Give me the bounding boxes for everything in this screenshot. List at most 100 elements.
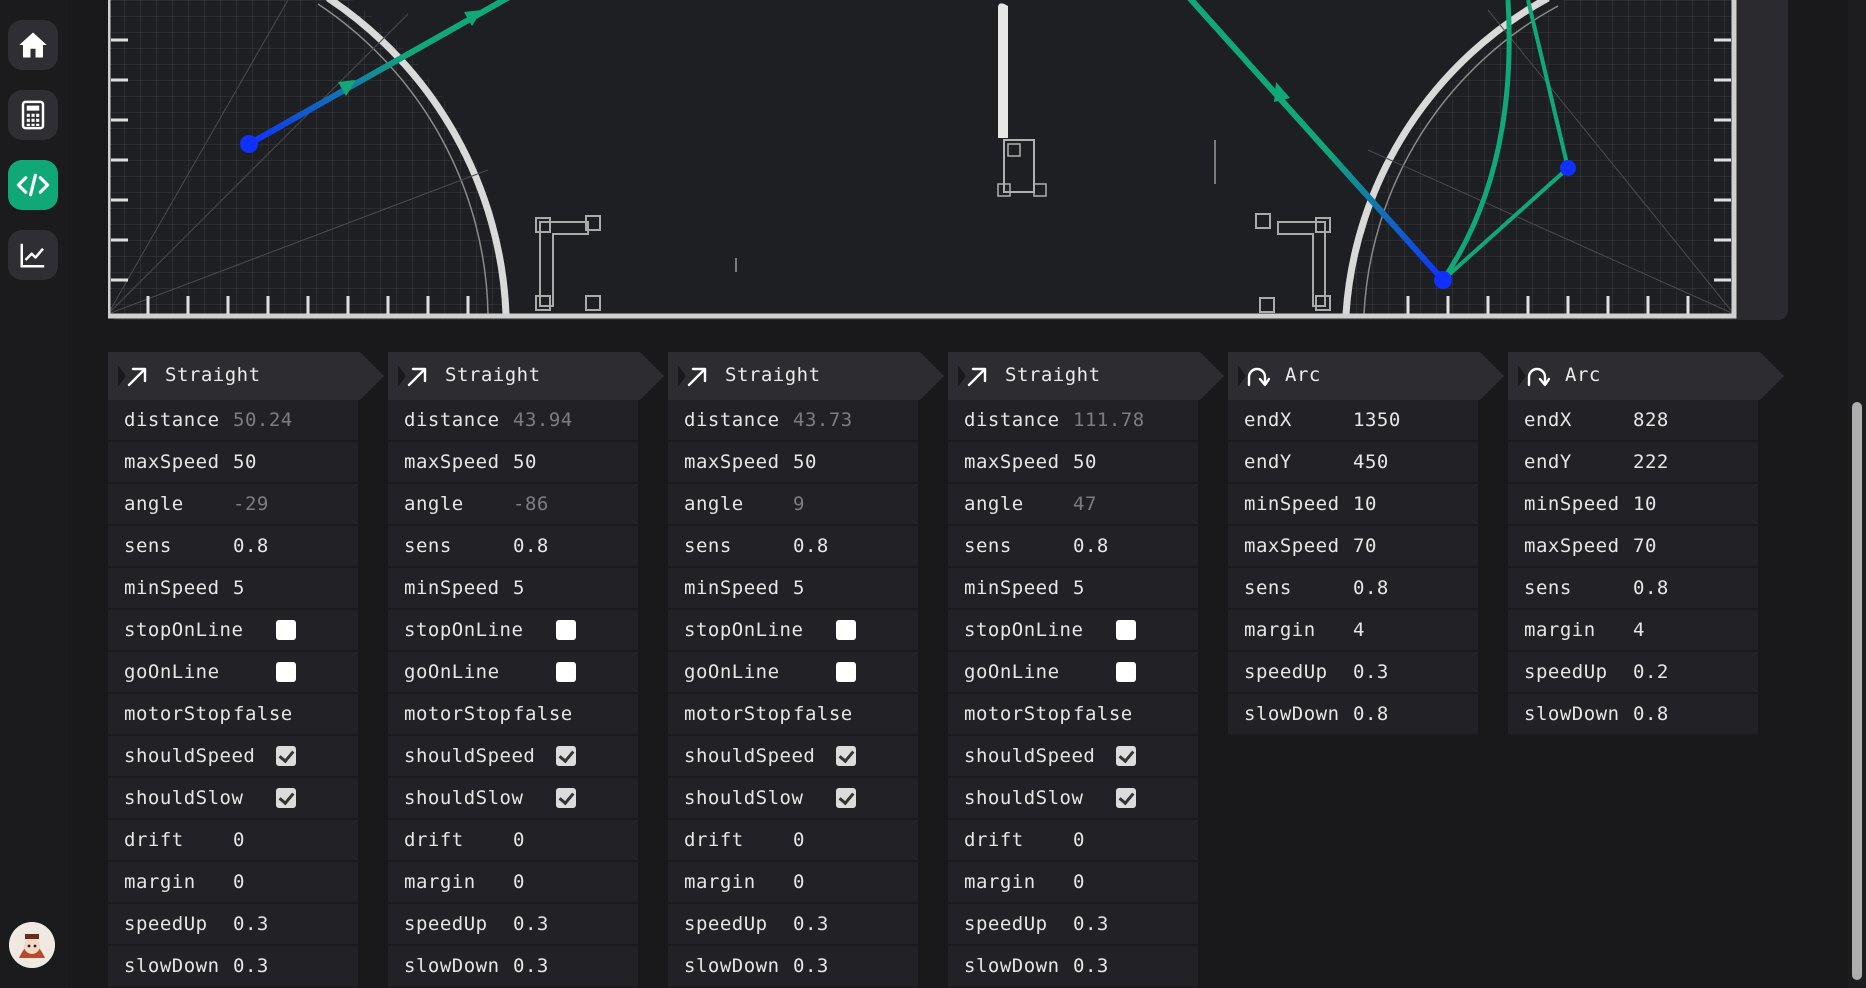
maxspeed-input[interactable]: 50 xyxy=(1073,451,1097,473)
motorstop-input[interactable]: false xyxy=(513,703,573,725)
sens-input[interactable]: 0.8 xyxy=(513,535,549,557)
speedup-input[interactable]: 0.3 xyxy=(1073,913,1109,935)
sens-input[interactable]: 0.8 xyxy=(1633,577,1669,599)
minspeed-input[interactable]: 5 xyxy=(513,577,525,599)
arc-arrow-icon xyxy=(1244,365,1271,393)
goonline-checkbox[interactable] xyxy=(276,662,296,682)
speedup-input[interactable]: 0.2 xyxy=(1633,661,1669,683)
endx-input[interactable]: 828 xyxy=(1633,409,1669,431)
sens-input[interactable]: 0.8 xyxy=(1073,535,1109,557)
speedup-input[interactable]: 0.3 xyxy=(1353,661,1389,683)
shouldslow-checkbox[interactable] xyxy=(276,788,296,808)
maxspeed-input[interactable]: 70 xyxy=(1633,535,1657,557)
shouldslow-checkbox[interactable] xyxy=(836,788,856,808)
block-header[interactable]: Straight xyxy=(948,352,1224,400)
block-header[interactable]: Straight xyxy=(108,352,384,400)
minspeed-input[interactable]: 5 xyxy=(1073,577,1085,599)
angle-input[interactable]: 9 xyxy=(793,493,805,515)
shouldspeed-checkbox[interactable] xyxy=(556,746,576,766)
shouldspeed-checkbox[interactable] xyxy=(276,746,296,766)
block-arc[interactable]: Arc endX 1350 endY 450 minSpeed 10 maxSpeed 70 se… xyxy=(1228,352,1504,736)
slowdown-input[interactable]: 0.3 xyxy=(233,955,269,977)
param-row-shouldspeed: shouldSpeed xyxy=(108,736,358,778)
nav-calculator-button[interactable] xyxy=(8,90,58,140)
shouldspeed-checkbox[interactable] xyxy=(1116,746,1136,766)
shouldslow-checkbox[interactable] xyxy=(556,788,576,808)
shouldspeed-checkbox[interactable] xyxy=(836,746,856,766)
user-avatar[interactable] xyxy=(9,922,55,968)
sens-input[interactable]: 0.8 xyxy=(1353,577,1389,599)
margin-input[interactable]: 4 xyxy=(1633,619,1645,641)
endy-input[interactable]: 222 xyxy=(1633,451,1669,473)
goonline-checkbox[interactable] xyxy=(836,662,856,682)
nav-code-button[interactable] xyxy=(8,160,58,210)
block-header[interactable]: Straight xyxy=(668,352,944,400)
block-arc[interactable]: Arc endX 828 endY 222 minSpeed 10 maxSpeed 70 sen… xyxy=(1508,352,1784,736)
field-panel xyxy=(108,0,1788,320)
nav-home-button[interactable] xyxy=(8,20,58,70)
maxspeed-input[interactable]: 70 xyxy=(1353,535,1377,557)
nav-chart-button[interactable] xyxy=(8,230,58,280)
maxspeed-input[interactable]: 50 xyxy=(513,451,537,473)
minspeed-input[interactable]: 5 xyxy=(233,577,245,599)
block-straight[interactable]: Straight distance 43.94 maxSpeed 50 angle -86 s… xyxy=(388,352,664,988)
distance-input[interactable]: 43.94 xyxy=(513,409,573,431)
drift-input[interactable]: 0 xyxy=(793,829,805,851)
goonline-checkbox[interactable] xyxy=(556,662,576,682)
margin-input[interactable]: 0 xyxy=(513,871,525,893)
stoponline-checkbox[interactable] xyxy=(276,620,296,640)
param-row-goonline: goOnLine xyxy=(948,652,1198,694)
minspeed-input[interactable]: 10 xyxy=(1633,493,1657,515)
endx-input[interactable]: 1350 xyxy=(1353,409,1401,431)
param-label: goOnLine xyxy=(404,661,500,683)
angle-input[interactable]: -86 xyxy=(513,493,549,515)
slowdown-input[interactable]: 0.3 xyxy=(793,955,829,977)
speedup-input[interactable]: 0.3 xyxy=(513,913,549,935)
block-header[interactable]: Arc xyxy=(1508,352,1784,400)
maxspeed-input[interactable]: 50 xyxy=(233,451,257,473)
motorstop-input[interactable]: false xyxy=(793,703,853,725)
block-straight[interactable]: Straight distance 50.24 maxSpeed 50 angle -29 s… xyxy=(108,352,384,988)
minspeed-input[interactable]: 5 xyxy=(793,577,805,599)
shouldslow-checkbox[interactable] xyxy=(1116,788,1136,808)
margin-input[interactable]: 4 xyxy=(1353,619,1365,641)
block-header[interactable]: Arc xyxy=(1228,352,1504,400)
speedup-input[interactable]: 0.3 xyxy=(793,913,829,935)
block-header[interactable]: Straight xyxy=(388,352,664,400)
sens-input[interactable]: 0.8 xyxy=(793,535,829,557)
drift-input[interactable]: 0 xyxy=(233,829,245,851)
slowdown-input[interactable]: 0.8 xyxy=(1633,703,1669,725)
param-label: motorStop xyxy=(684,703,792,725)
page-scrollbar[interactable] xyxy=(1848,0,1866,988)
block-straight[interactable]: Straight distance 43.73 maxSpeed 50 angle 9 sen… xyxy=(668,352,944,988)
motorstop-input[interactable]: false xyxy=(233,703,293,725)
scrollbar-thumb[interactable] xyxy=(1852,402,1862,980)
drift-input[interactable]: 0 xyxy=(1073,829,1085,851)
margin-input[interactable]: 0 xyxy=(1073,871,1085,893)
param-row-angle: angle 9 xyxy=(668,484,918,526)
field-map[interactable] xyxy=(108,0,1788,320)
stoponline-checkbox[interactable] xyxy=(836,620,856,640)
minspeed-input[interactable]: 10 xyxy=(1353,493,1377,515)
drift-input[interactable]: 0 xyxy=(513,829,525,851)
sens-input[interactable]: 0.8 xyxy=(233,535,269,557)
goonline-checkbox[interactable] xyxy=(1116,662,1136,682)
motorstop-input[interactable]: false xyxy=(1073,703,1133,725)
angle-input[interactable]: 47 xyxy=(1073,493,1097,515)
speedup-input[interactable]: 0.3 xyxy=(233,913,269,935)
distance-input[interactable]: 111.78 xyxy=(1073,409,1145,431)
block-straight[interactable]: Straight distance 111.78 maxSpeed 50 angle 47 s… xyxy=(948,352,1224,988)
margin-input[interactable]: 0 xyxy=(233,871,245,893)
distance-input[interactable]: 50.24 xyxy=(233,409,293,431)
margin-input[interactable]: 0 xyxy=(793,871,805,893)
stoponline-checkbox[interactable] xyxy=(1116,620,1136,640)
slowdown-input[interactable]: 0.8 xyxy=(1353,703,1389,725)
distance-input[interactable]: 43.73 xyxy=(793,409,853,431)
maxspeed-input[interactable]: 50 xyxy=(793,451,817,473)
angle-input[interactable]: -29 xyxy=(233,493,269,515)
stoponline-checkbox[interactable] xyxy=(556,620,576,640)
endy-input[interactable]: 450 xyxy=(1353,451,1389,473)
slowdown-input[interactable]: 0.3 xyxy=(513,955,549,977)
param-label: speedUp xyxy=(964,913,1048,935)
slowdown-input[interactable]: 0.3 xyxy=(1073,955,1109,977)
